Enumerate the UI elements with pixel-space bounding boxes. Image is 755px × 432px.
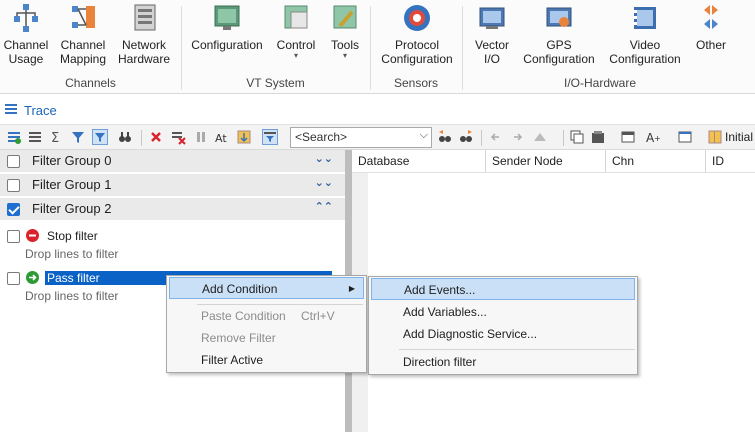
group-label-sensors: Sensors [393,76,439,90]
protocol-configuration-button[interactable]: Protocol Configuration [378,2,456,74]
filter-group-row[interactable]: Filter Group 1 ⌄⌄ [0,174,345,197]
trace-window-title: Trace [0,99,755,121]
chevron-down-icon[interactable]: ⌄⌄ [315,152,333,165]
remove-filter-menu-item[interactable]: Remove Filter [169,327,364,349]
filter-name: Stop filter [47,229,98,243]
filter-checkbox[interactable] [7,230,20,243]
svg-text:At: At [215,132,227,145]
column-header-id[interactable]: ID [706,150,755,172]
find-next-icon[interactable] [458,129,474,145]
channel-mapping-icon [68,2,98,34]
configuration-icon [212,2,242,34]
protocol-configuration-icon [402,2,432,34]
funnel-icon[interactable] [70,129,86,145]
chevron-down-icon[interactable]: ⌄⌄ [315,176,333,189]
layout-icon[interactable] [620,129,636,145]
find-previous-icon[interactable] [437,129,453,145]
filter-group-checkbox[interactable] [7,179,20,192]
vector-io-icon [477,2,507,34]
video-configuration-icon [630,2,660,34]
sort-icon[interactable] [236,129,252,145]
channel-usage-icon [11,2,41,34]
column-header-chn[interactable]: Chn [606,150,706,172]
app-window: Channel Usage Channel Mapping Network Ha… [0,0,755,432]
column-header-database[interactable]: Database [352,150,486,172]
window-icon[interactable] [677,129,693,145]
add-events-menu-item[interactable]: Add Events... [371,278,635,300]
filter-group-row[interactable]: Filter Group 2 ⌃⌃ [0,198,345,221]
column-icon[interactable] [707,129,723,145]
filter-view-icon[interactable] [262,129,278,145]
binoculars-icon[interactable] [117,129,133,145]
add-condition-submenu: Add Events... Add Variables... Add Diagn… [368,276,638,375]
chevron-down-icon: ▾ [342,51,347,60]
pass-arrow-icon [26,271,39,284]
vt-configuration-button[interactable]: Configuration [188,2,266,74]
trace-icon [4,102,18,119]
submenu-arrow-icon: ▶ [348,284,355,293]
export-icon[interactable] [590,129,606,145]
chevron-up-icon[interactable]: ⌃⌃ [315,200,333,213]
add-filter-icon[interactable] [6,129,22,145]
pause-icon[interactable] [193,129,209,145]
search-input[interactable]: <Search> ⌵ [290,127,432,148]
gps-configuration-button[interactable]: GPS Configuration [520,2,598,74]
stop-icon [26,229,39,242]
filter-active-menu-item[interactable]: Filter Active [169,349,364,371]
vector-io-button[interactable]: Vector I/O [468,2,516,74]
gps-configuration-icon [544,2,574,34]
group-label-io-hardware: I/O-Hardware [563,76,637,90]
network-hardware-icon [129,2,159,34]
filter-group-checkbox[interactable] [7,203,20,216]
delete-all-icon[interactable] [170,129,186,145]
add-diagnostic-service-menu-item[interactable]: Add Diagnostic Service... [371,323,635,345]
drop-hint: Drop lines to filter [25,289,119,303]
stop-filter-item[interactable]: Stop filter Drop lines to filter [0,227,345,267]
chevron-down-icon[interactable]: ⌵ [420,129,428,142]
add-condition-menu-item[interactable]: Add Condition ▶ [169,277,364,299]
trace-toolbar: Σ At <Search> ⌵ A + Initial [0,124,755,150]
group-label-channels: Channels [65,76,116,90]
filter-checkbox[interactable] [7,272,20,285]
tools-icon [330,2,360,34]
filter-group-checkbox[interactable] [7,155,20,168]
font-icon[interactable]: A + [645,129,661,145]
paste-condition-menu-item[interactable]: Paste Condition Ctrl+V [169,305,364,327]
column-header-sender-node[interactable]: Sender Node [486,150,606,172]
initial-label[interactable]: Initial [725,130,753,144]
filter-toggle-icon[interactable] [92,129,108,145]
trace-title: Trace [24,102,57,118]
channel-mapping-button[interactable]: Channel Mapping [58,2,108,74]
channel-usage-button[interactable]: Channel Usage [2,2,50,74]
absolute-time-icon[interactable]: At [214,129,230,145]
add-variables-menu-item[interactable]: Add Variables... [371,301,635,323]
marker-icon[interactable] [532,129,548,145]
copy-icon[interactable] [569,129,585,145]
delete-icon[interactable] [148,129,164,145]
control-button[interactable]: Control ▾ [272,2,320,74]
group-label-vt-system: VT System [246,76,305,90]
direction-filter-menu-item[interactable]: Direction filter [371,351,635,373]
filter-group-row[interactable]: Filter Group 0 ⌄⌄ [0,150,345,173]
other-icon [696,2,726,34]
svg-text:+: + [654,134,661,143]
control-icon [281,2,311,34]
ribbon: Channel Usage Channel Mapping Network Ha… [0,0,755,94]
tools-button[interactable]: Tools ▾ [326,2,364,74]
other-button[interactable]: Other [690,2,732,74]
arrow-right-icon[interactable] [510,129,526,145]
sigma-icon[interactable]: Σ [48,129,64,146]
svg-text:Σ: Σ [51,131,59,145]
drop-hint: Drop lines to filter [25,247,119,261]
filter-list-icon[interactable] [27,129,43,145]
arrow-left-icon[interactable] [488,129,504,145]
context-menu: Add Condition ▶ Paste Condition Ctrl+V R… [166,275,367,373]
network-hardware-button[interactable]: Network Hardware [116,2,172,74]
chevron-down-icon: ▾ [293,51,298,60]
video-configuration-button[interactable]: Video Configuration [604,2,686,74]
